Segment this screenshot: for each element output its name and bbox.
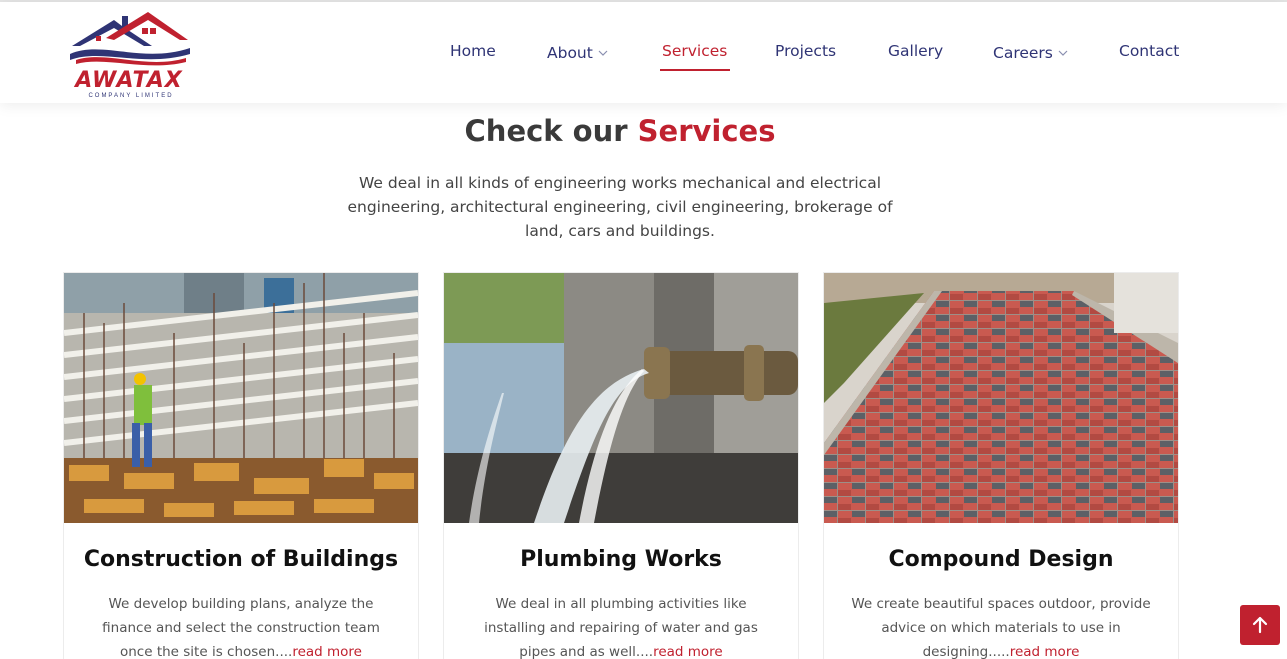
nav-item-label: Contact bbox=[1119, 42, 1180, 60]
read-more-link[interactable]: read more bbox=[292, 644, 362, 659]
card-title: Compound Design bbox=[888, 547, 1114, 572]
card-description: We create beautiful spaces outdoor, prov… bbox=[846, 592, 1156, 659]
site-header: AWATAX COMPANY LIMITED Home About Servic… bbox=[0, 2, 1287, 103]
back-to-top-button[interactable] bbox=[1240, 605, 1280, 645]
nav-item-home[interactable]: Home bbox=[450, 42, 496, 66]
card-description: We deal in all plumbing activities like … bbox=[466, 592, 776, 659]
water-pipe-image bbox=[444, 273, 798, 523]
card-description: We develop building plans, analyze the f… bbox=[86, 592, 396, 659]
nav-item-label: Services bbox=[662, 42, 728, 60]
house-roof-logo-icon bbox=[70, 12, 190, 66]
nav-item-label: Careers bbox=[993, 44, 1053, 62]
section-intro: We deal in all kinds of engineering work… bbox=[347, 174, 893, 240]
section-title-prefix: Check our bbox=[464, 114, 638, 148]
service-card-plumbing: Plumbing Works We deal in all plumbing a… bbox=[443, 272, 799, 659]
section-title-accent: Services bbox=[637, 114, 776, 148]
nav-item-projects[interactable]: Projects bbox=[775, 42, 836, 66]
nav-item-label: Home bbox=[450, 42, 496, 60]
nav-item-contact[interactable]: Contact bbox=[1119, 42, 1179, 66]
logo-tagline: COMPANY LIMITED bbox=[88, 93, 174, 99]
chevron-down-icon bbox=[598, 42, 608, 60]
nav-item-gallery[interactable]: Gallery bbox=[888, 42, 943, 66]
logo-wordmark: AWATAX bbox=[75, 68, 183, 93]
arrow-up-icon bbox=[1252, 616, 1268, 634]
nav-item-label: About bbox=[547, 44, 593, 62]
read-more-link[interactable]: read more bbox=[653, 644, 723, 659]
construction-site-image bbox=[64, 273, 418, 523]
chevron-down-icon bbox=[1058, 42, 1068, 60]
paved-walkway-image bbox=[824, 273, 1178, 523]
card-title: Construction of Buildings bbox=[83, 547, 399, 572]
nav-item-label: Gallery bbox=[888, 42, 944, 60]
service-card-compound: Compound Design We create beautiful spac… bbox=[823, 272, 1179, 659]
section-title: Check our Services bbox=[0, 114, 1240, 148]
nav-item-services[interactable]: Services bbox=[659, 42, 731, 71]
nav-item-label: Projects bbox=[775, 42, 837, 60]
service-card-construction: Construction of Buildings We develop bui… bbox=[63, 272, 419, 659]
read-more-link[interactable]: read more bbox=[1010, 644, 1080, 659]
card-text: We create beautiful spaces outdoor, prov… bbox=[851, 596, 1151, 659]
nav-item-about[interactable]: About bbox=[547, 42, 608, 66]
company-logo[interactable]: AWATAX COMPANY LIMITED bbox=[62, 8, 196, 100]
card-title: Plumbing Works bbox=[520, 547, 722, 572]
nav-item-careers[interactable]: Careers bbox=[993, 42, 1068, 66]
